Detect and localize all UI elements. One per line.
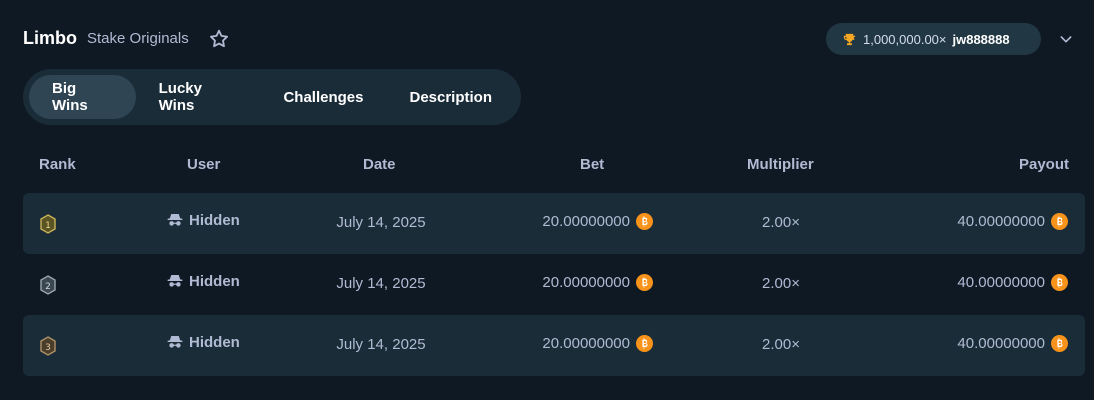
table-row[interactable]: 3 Hidden July 14, 2025 20.00000000 2.00×…: [23, 315, 1085, 376]
payout-amount: 40.00000000: [957, 335, 1045, 352]
tab-challenges[interactable]: Challenges: [260, 75, 386, 119]
bitcoin-icon: [1051, 274, 1068, 291]
bitcoin-icon: [1051, 213, 1068, 230]
tab-description[interactable]: Description: [386, 75, 515, 119]
payout-cell: 40.00000000: [957, 274, 1068, 291]
table-row[interactable]: 1 Hidden July 14, 2025 20.00000000 2.00×…: [23, 193, 1085, 254]
username: Hidden: [189, 211, 240, 229]
payout-cell: 40.00000000: [957, 213, 1068, 230]
column-header-user: User: [187, 156, 221, 173]
column-header-date: Date: [363, 156, 396, 173]
tab-lucky-wins[interactable]: Lucky Wins: [136, 75, 261, 119]
rank-badge-gold-icon: 1: [40, 214, 56, 234]
table-header: Rank User Date Bet Multiplier Payout: [23, 148, 1085, 182]
rank-number: 1: [45, 221, 51, 231]
incognito-icon: [167, 275, 183, 287]
record-multiplier-value: 1,000,000.00×: [863, 31, 947, 47]
user-cell: Hidden: [166, 211, 240, 229]
game-provider-link[interactable]: Stake Originals: [87, 30, 189, 47]
multiplier-cell: 2.00×: [762, 214, 800, 231]
rank-number: 2: [45, 282, 51, 292]
bet-amount: 20.00000000: [542, 274, 630, 291]
date-cell: July 14, 2025: [336, 336, 426, 353]
incognito-icon: [167, 214, 183, 226]
rank-number: 3: [45, 343, 51, 353]
payout-amount: 40.00000000: [957, 274, 1045, 291]
column-header-bet: Bet: [580, 156, 605, 173]
rank-badge-silver-icon: 2: [40, 275, 56, 295]
column-header-payout: Payout: [1018, 156, 1069, 173]
bitcoin-icon: [1051, 335, 1068, 352]
multiplier-cell: 2.00×: [762, 275, 800, 292]
username: Hidden: [189, 272, 240, 290]
bet-amount: 20.00000000: [542, 335, 630, 352]
payout-amount: 40.00000000: [957, 213, 1045, 230]
column-header-rank: Rank: [39, 156, 76, 173]
bitcoin-icon: [636, 335, 653, 352]
payout-cell: 40.00000000: [957, 335, 1068, 352]
rank-badge-bronze-icon: 3: [40, 336, 56, 356]
trophy-icon: [843, 33, 856, 45]
star-icon[interactable]: [208, 28, 230, 50]
tab-big-wins[interactable]: Big Wins: [29, 75, 136, 119]
date-cell: July 14, 2025: [336, 275, 426, 292]
column-header-multiplier: Multiplier: [747, 156, 814, 173]
game-header: Limbo Stake Originals 1,000,000.00× jw88…: [0, 0, 1094, 78]
table-row[interactable]: 2 Hidden July 14, 2025 20.00000000 2.00×…: [23, 254, 1085, 315]
record-holder-username: jw888888: [952, 31, 1010, 47]
record-multiplier-badge[interactable]: 1,000,000.00× jw888888: [826, 23, 1041, 55]
bet-cell: 20.00000000: [542, 213, 653, 230]
incognito-icon: [167, 336, 183, 348]
bet-cell: 20.00000000: [542, 335, 653, 352]
user-cell: Hidden: [166, 333, 240, 351]
date-cell: July 14, 2025: [336, 214, 426, 231]
multiplier-cell: 2.00×: [762, 336, 800, 353]
user-cell: Hidden: [166, 272, 240, 290]
bet-amount: 20.00000000: [542, 213, 630, 230]
bet-cell: 20.00000000: [542, 274, 653, 291]
leaderboard-tabs: Big Wins Lucky Wins Challenges Descripti…: [23, 69, 521, 125]
bitcoin-icon: [636, 213, 653, 230]
username: Hidden: [189, 333, 240, 351]
game-title: Limbo: [23, 28, 77, 48]
bitcoin-icon: [636, 274, 653, 291]
chevron-down-icon[interactable]: [1058, 31, 1074, 47]
